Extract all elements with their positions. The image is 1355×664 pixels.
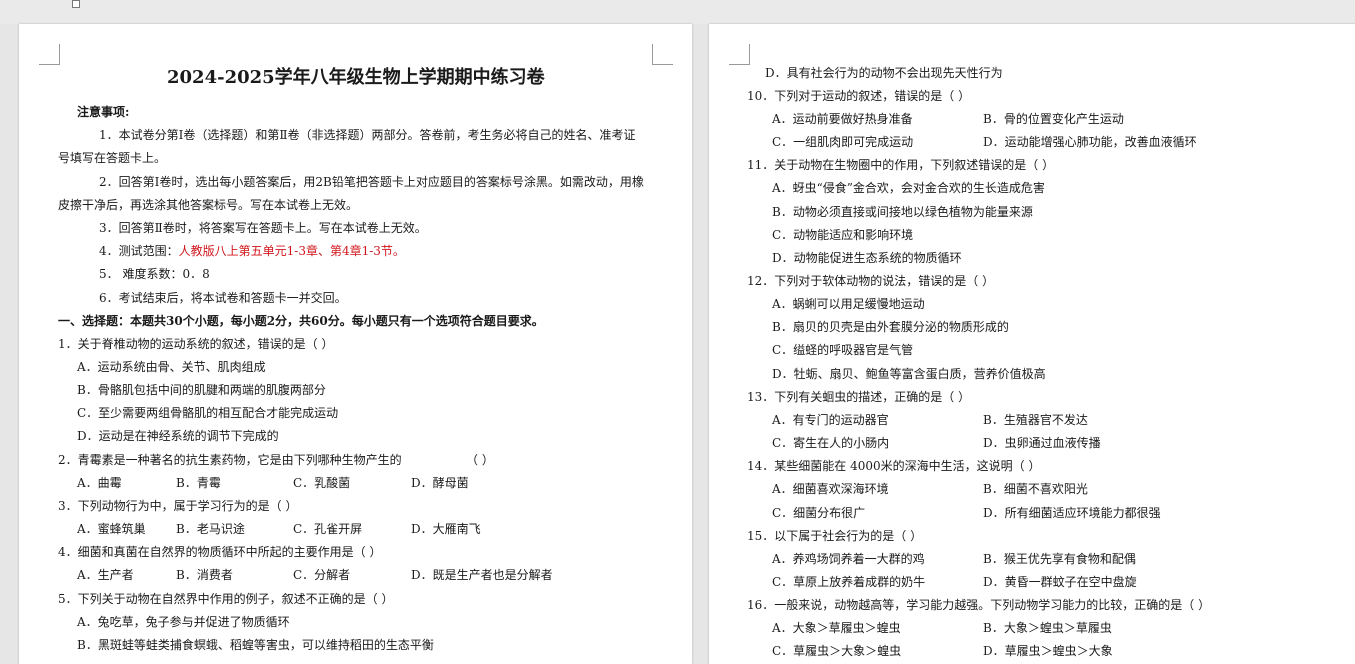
notice-heading: 注意事项: [77,105,130,119]
option: B．消费者 [176,568,233,582]
option: D．大雁南飞 [411,522,481,536]
margin-corner-mark [652,44,673,65]
option: A．蚜虫“侵食”金合欢，会对金合欢的生长造成危害 [772,181,1045,195]
option: A．养鸡场饲养着一大群的鸡 [772,552,925,566]
option: B．大象＞蝗虫＞草履虫 [983,621,1112,635]
page-title: 2024-2025学年八年级生物上学期期中练习卷 [167,67,545,88]
option: B．生殖器官不发达 [983,413,1088,427]
option: D．所有细菌适应环境能力都很强 [983,506,1161,520]
option: C．一组肌肉即可完成运动 [772,135,914,149]
option: B．青霉 [176,476,221,490]
option: C．草原上放养着成群的奶牛 [772,575,926,589]
question: 11．关于动物在生物圈中的作用，下列叙述错误的是（ ） [747,158,1055,172]
question: 10．下列对于运动的叙述，错误的是（ ） [747,89,971,103]
option: D．草履虫＞蝗虫＞大象 [983,644,1113,658]
option: B．细菌不喜欢阳光 [983,482,1088,496]
document-page-left: 2024-2025学年八年级生物上学期期中练习卷 注意事项: 1．本试卷分第Ⅰ卷… [19,24,692,664]
option: D．牡蛎、扇贝、鲍鱼等富含蛋白质，营养价值极高 [772,367,1046,381]
option: A．细菌喜欢深海环境 [772,482,889,496]
notice-item: 皮擦干净后，再选涂其他答案标号。写在本试卷上无效。 [58,198,359,212]
margin-corner-mark [39,44,60,65]
question: 5．下列关于动物在自然界中作用的例子，叙述不正确的是（ ） [58,592,394,606]
option: B．骨骼肌包括中间的肌腱和两端的肌腹两部分 [77,383,326,397]
option: C．至少需要两组骨骼肌的相互配合才能完成运动 [77,406,339,420]
question: 14．某些细菌能在 4000米的深海中生活，这说明（ ） [747,459,1041,473]
toolbar-strip [0,0,1355,24]
option: D．运动是在神经系统的调节下完成的 [77,429,279,443]
section-heading: 一、选择题：本题共30个小题，每小题2分，共60分。每小题只有一个选项符合题目要… [58,314,544,328]
option: C．动物能适应和影响环境 [772,228,914,242]
test-range: 人教版八上第五单元1-3章、第4章1-3节。 [178,244,405,258]
margin-corner-mark [729,44,750,65]
option: A．有专门的运动器官 [772,413,889,427]
option: C．寄生在人的小肠内 [772,436,890,450]
question: 1．关于脊椎动物的运动系统的叙述，错误的是（ ） [58,337,334,351]
option: D．既是生产者也是分解者 [411,568,553,582]
question: 4．细菌和真菌在自然界的物质循环中所起的主要作用是（ ） [58,545,382,559]
question: 12．下列对于软体动物的说法，错误的是（ ） [747,274,995,288]
option: C．分解者 [293,568,351,582]
option: D．黄昏一群蚊子在空中盘旋 [983,575,1137,589]
option: D．具有社会行为的动物不会出现先天性行为 [765,66,1003,80]
option: A．运动前要做好热身准备 [772,112,913,126]
option: A．兔吃草，兔子参与并促进了物质循环 [77,615,290,629]
notice-item: 5． 难度系数：0．8 [99,267,210,281]
question: 13．下列有关蛔虫的描述，正确的是（ ） [747,390,971,404]
option: B．猴王优先享有食物和配偶 [983,552,1136,566]
option: C．草履虫＞大象＞蝗虫 [772,644,902,658]
document-page-right: D．具有社会行为的动物不会出现先天性行为 10．下列对于运动的叙述，错误的是（ … [709,24,1355,664]
notice-item: 号填写在答题卡上。 [58,151,167,165]
option: B．骨的位置变化产生运动 [983,112,1124,126]
option: A．蜜蜂筑巢 [77,522,146,536]
option: C．细菌分布很广 [772,506,866,520]
option: D．动物能促进生态系统的物质循环 [772,251,962,265]
notice-item: 4．测试范围：人教版八上第五单元1-3章、第4章1-3节。 [99,244,405,258]
option: C．缢蛏的呼吸器官是气管 [772,343,914,357]
option: D．运动能增强心肺功能，改善血液循环 [983,135,1197,149]
option: A．蜗蜊可以用足缓慢地运动 [772,297,925,311]
question: 2．青霉素是一种著名的抗生素药物，它是由下列哪种生物产生的 [58,453,402,467]
option: A．运动系统由骨、关节、肌肉组成 [77,360,266,374]
notice-item: 6．考试结束后，将本试卷和答题卡一并交回。 [99,291,347,305]
window-control-icon[interactable] [72,0,80,8]
option: B．黑斑蛙等蛙类捕食螟蛾、稻蝗等害虫，可以维持稻田的生态平衡 [77,638,434,652]
question: 16．一般来说，动物越高等，学习能力越强。下列动物学习能力的比较，正确的是（ ） [747,598,1211,612]
option: A．生产者 [77,568,134,582]
question: 15．以下属于社会行为的是（ ） [747,529,923,543]
option: D．虫卵通过血液传播 [983,436,1101,450]
option: A．大象＞草履虫＞蝗虫 [772,621,901,635]
option: B．扇贝的贝壳是由外套膜分泌的物质形成的 [772,320,1009,334]
question: 3．下列动物行为中，属于学习行为的是（ ） [58,499,298,513]
notice-item: 3．回答第Ⅱ卷时，将答案写在答题卡上。写在本试卷上无效。 [99,221,427,235]
option: B．老马识途 [176,522,245,536]
option: C．孔雀开屏 [293,522,363,536]
option: D．酵母菌 [411,476,469,490]
option: B．动物必须直接或间接地以绿色植物为能量来源 [772,205,1033,219]
option: A．曲霉 [77,476,122,490]
answer-blank: （ ） [466,453,494,467]
option: C．乳酸菌 [293,476,351,490]
notice-item: 1．本试卷分第Ⅰ卷（选择题）和第Ⅱ卷（非选择题）两部分。答卷前，考生务必将自己的… [99,128,636,142]
notice-item: 2．回答第Ⅰ卷时，选出每小题答案后，用2B铅笔把答题卡上对应题目的答案标号涂黑。… [99,175,644,189]
